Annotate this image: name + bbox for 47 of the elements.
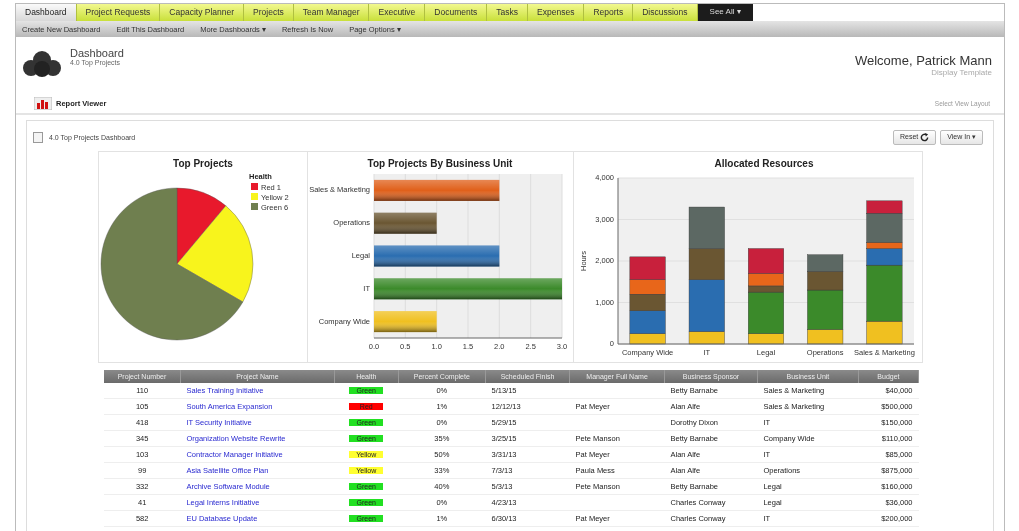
- nav-tab[interactable]: Documents: [425, 4, 488, 21]
- chart-title: Top Projects: [173, 158, 233, 169]
- nav-tab[interactable]: Team Manager: [293, 4, 370, 21]
- bar: [866, 320, 903, 345]
- nav-tab[interactable]: Discussions: [633, 4, 698, 21]
- bar: [748, 291, 784, 334]
- nav-tab[interactable]: Project Requests: [76, 4, 161, 21]
- legend-swatch: [251, 193, 258, 200]
- bar: [688, 206, 725, 249]
- bar: [629, 310, 666, 334]
- bar: [629, 294, 666, 311]
- bar: [807, 254, 844, 272]
- bar: [807, 271, 844, 291]
- nav-tab[interactable]: Executive: [369, 4, 426, 21]
- bar: [807, 329, 844, 345]
- bar: [748, 248, 784, 274]
- chart-title: Allocated Resources: [714, 158, 814, 169]
- bar: [807, 289, 844, 330]
- nav-menu[interactable]: See All ▾: [697, 4, 753, 21]
- legend-swatch: [251, 203, 258, 210]
- nav-tab[interactable]: Tasks: [487, 4, 529, 21]
- refresh-icon: [920, 132, 930, 142]
- bar: [629, 256, 666, 280]
- document-icon: [33, 131, 43, 143]
- nav-tab[interactable]: Reports: [584, 4, 634, 21]
- welcome-text: Welcome, Patrick Mann: [854, 53, 992, 68]
- bar: [688, 279, 725, 332]
- bar: [748, 273, 784, 287]
- bar-chart-icon: [34, 96, 52, 110]
- legend-swatch: [251, 183, 258, 190]
- nav-tab[interactable]: Dashboard: [16, 4, 77, 21]
- nav-tab[interactable]: Capacity Planner: [160, 4, 245, 21]
- bar: [866, 213, 903, 243]
- chart-title: Top Projects By Business Unit: [367, 158, 513, 169]
- page-title: Dashboard: [70, 47, 124, 59]
- nav-tab[interactable]: Projects: [244, 4, 294, 21]
- bar: [374, 212, 437, 234]
- bar: [866, 248, 903, 266]
- bar: [629, 279, 666, 295]
- cloud-icon: [22, 49, 62, 79]
- bar: [866, 242, 903, 249]
- bar: [688, 248, 725, 280]
- bar: [866, 200, 903, 214]
- bar: [866, 264, 903, 322]
- bar: [748, 285, 784, 293]
- bar: [374, 311, 437, 333]
- nav-tab[interactable]: Expenses: [528, 4, 585, 21]
